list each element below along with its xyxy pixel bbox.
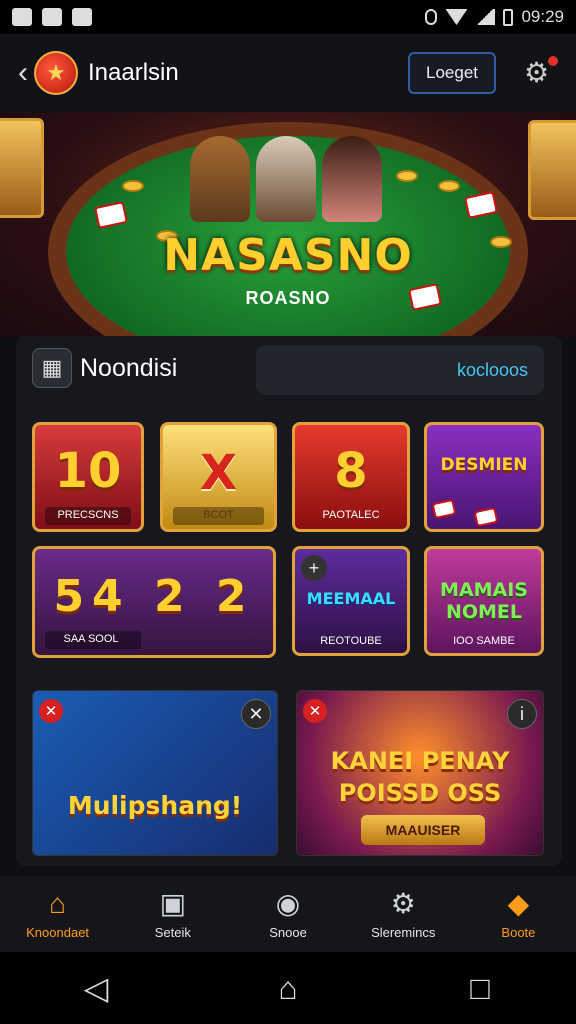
nav-item-home[interactable]: ⌂ Knoondaet [0,876,115,952]
back-icon[interactable]: ◁ [66,969,126,1007]
battery-icon [503,8,514,26]
login-button[interactable]: Loeget [408,52,496,94]
character-image [190,136,250,222]
card-icon: ▣ [159,887,187,919]
nav-label: Boote [501,924,536,940]
tile-label: SAA SOOL [63,633,119,645]
tile-title: 8 [334,443,368,499]
tile-label: REOTOUBE [320,635,382,647]
tile-label: PRECSCNS [57,509,119,521]
status-bar: 09:29 [0,0,576,34]
promo-banner[interactable]: ✕ ✕ Mulipshang! [32,690,278,856]
settings-icon: ⚙ [390,887,416,919]
app-notification-icon [42,8,62,26]
character-image [256,136,316,222]
promo-banner[interactable]: ✕ i KANEI PENAY POISSD OSS MAAUISER [296,690,544,856]
home-button-icon[interactable]: ⌂ [258,970,318,1007]
tile-title: MAMAIS NOMEL [440,579,528,623]
tile-title: DESMIEN [440,455,528,475]
recents-icon[interactable]: □ [450,970,510,1007]
info-icon[interactable]: i [507,699,537,729]
notification-dot [548,56,558,66]
app-title: Inaarlsin [88,59,179,86]
app-notification-icon [12,8,32,26]
tile-title: 10 [54,443,122,499]
game-tile[interactable]: 54 2 2 SAA SOOL [32,546,276,658]
characters-illustration [190,136,382,222]
settings-button[interactable]: ⚙ [524,56,558,90]
tile-title: X [199,445,237,501]
close-icon[interactable]: ✕ [303,699,327,723]
hero-subtitle: ROASNO [245,288,331,308]
home-icon: ⌂ [49,887,67,919]
banner-title: KANEI PENAY POISSD OSS [330,747,510,807]
close-icon[interactable]: ✕ [39,699,63,723]
hero-title: NASASNO [163,230,413,281]
hero-banner[interactable]: NASASNO ROASNO [0,112,576,338]
gamepad-icon: ◉ [275,887,301,919]
back-arrow-icon[interactable]: ‹ [18,56,28,90]
see-more-button[interactable]: koclooos [256,345,544,395]
game-tile[interactable]: 10 PRECSCNS [32,422,144,532]
nav-item-settings[interactable]: ⚙ Sleremincs [346,876,461,952]
shield-icon: ◆ [507,887,530,919]
system-navigation-bar: ◁ ⌂ □ [0,952,576,1024]
wifi-icon [445,9,468,25]
section-title: Noondisi [80,353,178,382]
banner-cta-button[interactable]: MAAUISER [361,815,485,845]
dice-icon [473,506,499,528]
notification-icons [12,8,92,26]
status-time: 09:29 [521,7,564,26]
vibrate-icon [425,9,438,25]
app-header: ‹ ★ Inaarlsin Loeget ⚙ [0,34,576,112]
nav-item-boost[interactable]: ◆ Boote [461,876,576,952]
chip-icon [438,180,460,192]
signal-icon [475,9,496,25]
game-tile[interactable]: DESMIEN [424,422,544,532]
nav-item-games[interactable]: ◉ Snooe [230,876,345,952]
slot-machine-image [528,120,576,220]
app-logo: ★ [34,51,78,95]
close-icon[interactable]: ✕ [241,699,271,729]
games-section: ▦ Noondisi koclooos 10 PRECSCNS X BCOT 8… [16,336,562,866]
nav-item-cards[interactable]: ▣ Seteik [115,876,230,952]
chip-icon [122,180,144,192]
game-tile[interactable]: X BCOT [160,422,277,532]
game-tile[interactable]: 8 PAOTALEC [292,422,410,532]
nav-label: Seteik [154,924,191,940]
tile-label: IOO SAMBE [453,635,515,647]
game-tile[interactable]: + MEEMAAL REOTOUBE [292,546,410,656]
add-icon[interactable]: + [301,555,327,581]
grid-icon: ▦ [32,348,72,388]
slot-machine-image [0,118,44,218]
chip-icon [396,170,418,182]
gear-icon: ⚙ [524,57,550,88]
nav-label: Knoondaet [26,924,90,940]
tile-title: MEEMAAL [306,589,396,608]
banner-title: Mulipshang! [67,791,243,820]
tile-label: BCOT [203,509,234,521]
tile-label: PAOTALEC [322,509,380,521]
character-image [322,136,382,222]
dice-icon [431,498,457,520]
nav-label: Snooe [269,924,307,940]
tile-title: 54 2 2 [53,571,255,622]
app-notification-icon [72,8,92,26]
game-tile[interactable]: MAMAIS NOMEL IOO SAMBE [424,546,544,656]
nav-label: Sleremincs [371,924,436,940]
bottom-navigation: ⌂ Knoondaet ▣ Seteik ◉ Snooe ⚙ Slereminc… [0,876,576,952]
